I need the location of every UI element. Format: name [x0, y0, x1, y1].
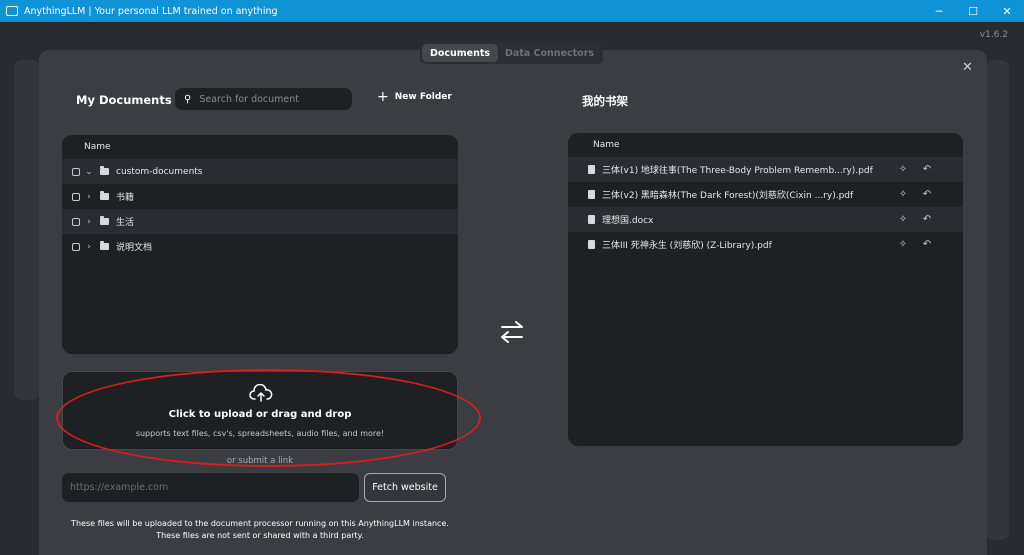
folder-row[interactable]: › 生活 — [62, 209, 458, 234]
column-header-name: Name — [593, 140, 620, 150]
my-documents-panel: Name ⌄ custom-documents › 书籍 › 生活 › 说明文档 — [62, 135, 458, 354]
or-submit-link-text: or submit a link — [226, 456, 294, 466]
pin-icon[interactable]: ✧ — [891, 189, 915, 200]
plus-icon: + — [377, 89, 389, 105]
background-sidebar — [14, 60, 40, 400]
folder-row[interactable]: › 说明文档 — [62, 234, 458, 259]
file-name: 三体III 死神永生 (刘慈欣) (Z-Library).pdf — [602, 241, 772, 251]
chevron-right-icon[interactable]: › — [83, 192, 95, 202]
my-documents-title: My Documents — [76, 93, 172, 107]
select-checkbox[interactable] — [72, 192, 80, 201]
row-actions: ✧ ↶ — [891, 164, 939, 175]
close-window-button[interactable]: ✕ — [990, 0, 1024, 22]
close-modal-icon[interactable]: ✕ — [962, 60, 973, 75]
folder-icon — [100, 241, 109, 250]
file-name: 三体(v2) 黑暗森林(The Dark Forest)(刘慈欣(Cixin .… — [602, 191, 854, 201]
document-icon — [588, 190, 595, 199]
select-checkbox[interactable] — [72, 217, 80, 226]
version-label: v1.6.2 — [979, 30, 1008, 40]
folder-row[interactable]: ⌄ custom-documents — [62, 159, 458, 184]
window-titlebar: AnythingLLM | Your personal LLM trained … — [0, 0, 1024, 22]
window-controls: ─ ☐ ✕ — [922, 0, 1024, 22]
search-placeholder: Search for document — [199, 93, 299, 105]
search-icon: ⚲ — [184, 93, 192, 105]
file-name: 理想国.docx — [602, 216, 654, 226]
modal-tabs: Documents Data Connectors — [420, 42, 603, 64]
select-checkbox[interactable] — [72, 242, 80, 251]
workspace-file-row[interactable]: 三体(v1) 地球往事(The Three-Body Problem Remem… — [568, 157, 963, 182]
maximize-button[interactable]: ☐ — [956, 0, 990, 22]
workspace-title: 我的书架 — [582, 94, 628, 108]
tab-documents[interactable]: Documents — [422, 44, 498, 62]
workspace-documents-panel: Name 三体(v1) 地球往事(The Three-Body Problem … — [568, 133, 963, 446]
workspace-file-row[interactable]: 理想国.docx ✧ ↶ — [568, 207, 963, 232]
folder-icon — [100, 216, 109, 225]
folder-icon — [100, 166, 109, 175]
upload-footnote-line2: These files are not sent or shared with … — [156, 531, 364, 540]
app-logo-icon — [6, 6, 18, 16]
folder-icon — [100, 191, 109, 200]
undo-icon[interactable]: ↶ — [915, 164, 939, 175]
chevron-right-icon[interactable]: › — [83, 242, 95, 252]
folder-name: 书籍 — [116, 193, 135, 203]
row-actions: ✧ ↶ — [891, 214, 939, 225]
folder-name: custom-documents — [116, 166, 203, 177]
file-name: 三体(v1) 地球往事(The Three-Body Problem Remem… — [602, 166, 873, 176]
new-folder-button[interactable]: + New Folder — [377, 89, 452, 105]
chevron-right-icon[interactable]: › — [83, 217, 95, 227]
pin-icon[interactable]: ✧ — [891, 214, 915, 225]
swap-arrows-icon[interactable] — [498, 319, 526, 345]
upload-footnote-line1: These files will be uploaded to the docu… — [71, 519, 449, 528]
select-checkbox[interactable] — [72, 167, 80, 176]
folder-name: 生活 — [116, 218, 135, 228]
chevron-down-icon[interactable]: ⌄ — [83, 167, 95, 177]
workspace-file-row[interactable]: 三体(v2) 黑暗森林(The Dark Forest)(刘慈欣(Cixin .… — [568, 182, 963, 207]
pin-icon[interactable]: ✧ — [891, 164, 915, 175]
folder-row[interactable]: › 书籍 — [62, 184, 458, 209]
minimize-button[interactable]: ─ — [922, 0, 956, 22]
url-input[interactable]: https://example.com — [62, 473, 359, 502]
tab-data-connectors[interactable]: Data Connectors — [498, 44, 601, 62]
window-title: AnythingLLM | Your personal LLM trained … — [24, 5, 278, 17]
new-folder-label: New Folder — [394, 92, 452, 102]
fetch-website-button[interactable]: Fetch website — [364, 473, 446, 502]
document-icon — [588, 165, 595, 174]
undo-icon[interactable]: ↶ — [915, 214, 939, 225]
workspace-file-row[interactable]: 三体III 死神永生 (刘慈欣) (Z-Library).pdf ✧ ↶ — [568, 232, 963, 257]
row-actions: ✧ ↶ — [891, 189, 939, 200]
annotation-ellipse — [56, 369, 481, 467]
undo-icon[interactable]: ↶ — [915, 239, 939, 250]
document-icon — [588, 215, 595, 224]
document-search-input[interactable]: ⚲ Search for document — [175, 88, 352, 110]
column-header-name: Name — [84, 142, 111, 152]
pin-icon[interactable]: ✧ — [891, 239, 915, 250]
undo-icon[interactable]: ↶ — [915, 189, 939, 200]
background-panel — [985, 60, 1009, 540]
row-actions: ✧ ↶ — [891, 239, 939, 250]
document-icon — [588, 240, 595, 249]
folder-name: 说明文档 — [116, 243, 153, 253]
